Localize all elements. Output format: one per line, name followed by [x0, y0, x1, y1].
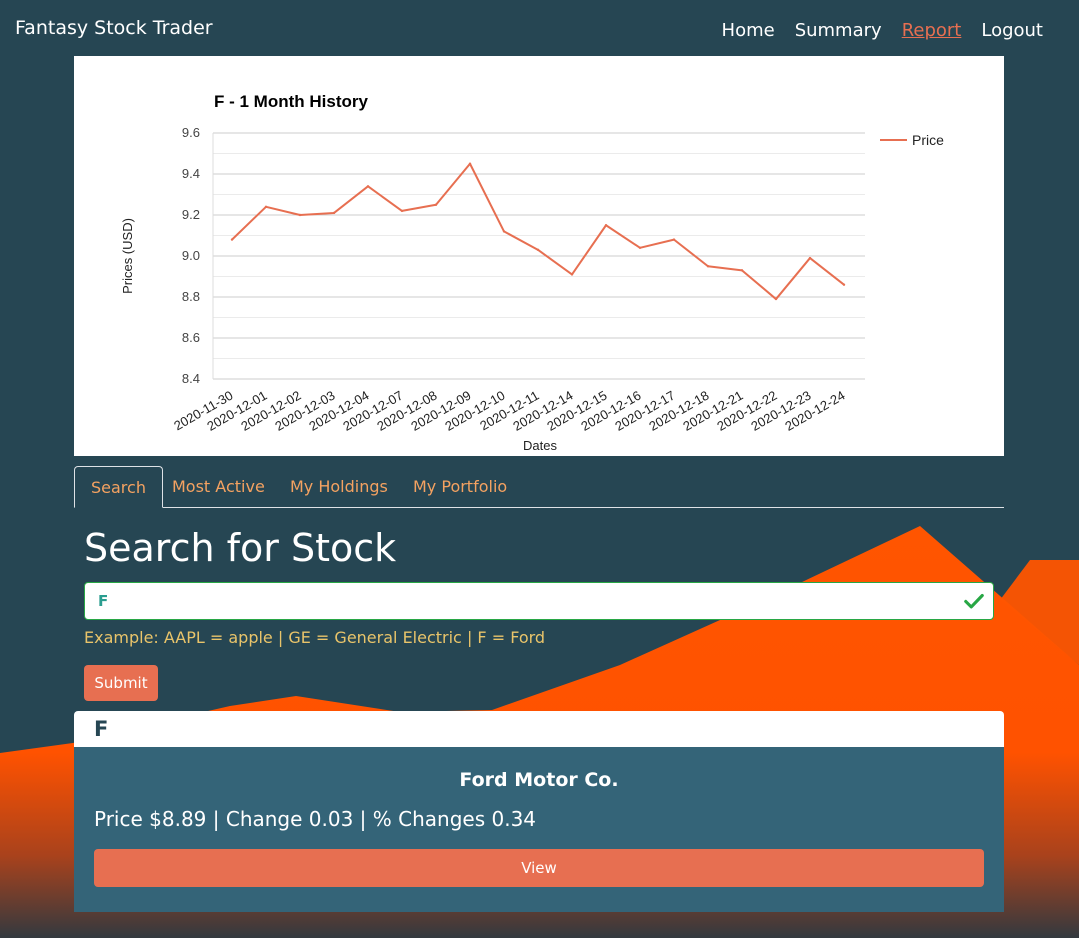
result-card-body: Ford Motor Co. Price $8.89 | Change 0.03…	[74, 747, 1004, 912]
search-input-container	[84, 582, 994, 620]
tab-my-portfolio[interactable]: My Portfolio	[413, 466, 507, 508]
tab-my-holdings[interactable]: My Holdings	[290, 466, 388, 508]
result-symbol: F	[94, 717, 109, 741]
chart-data-point	[502, 230, 506, 233]
top-navbar: Fantasy Stock Trader Home Summary Report…	[0, 0, 1079, 56]
view-button[interactable]: View	[94, 849, 984, 887]
chart-y-tick-label: 9.6	[182, 125, 200, 140]
chart-data-point	[808, 256, 812, 260]
chart-series-line	[231, 162, 845, 301]
chart-data-point	[672, 238, 676, 241]
stock-search-input[interactable]	[85, 583, 955, 619]
chart-y-axis-label: Prices (USD)	[120, 218, 135, 294]
nav-links: Home Summary Report Logout	[722, 20, 1043, 41]
chart-y-tick-label: 9.2	[182, 207, 200, 222]
search-heading: Search for Stock	[84, 526, 397, 570]
nav-link-summary[interactable]: Summary	[795, 20, 882, 41]
chart-data-point	[434, 203, 438, 206]
chart-title: F - 1 Month History	[214, 92, 368, 111]
quote-summary: Price $8.89 | Change 0.03 | % Changes 0.…	[94, 807, 537, 831]
chart-data-point	[638, 246, 642, 249]
company-name: Ford Motor Co.	[459, 769, 619, 791]
nav-link-logout[interactable]: Logout	[981, 20, 1043, 41]
stock-result-card: F Ford Motor Co. Price $8.89 | Change 0.…	[74, 711, 1004, 912]
chart-data-point	[706, 265, 710, 268]
chart-x-axis-label: Dates	[523, 438, 557, 453]
check-icon	[964, 593, 984, 609]
chart-data-point	[230, 238, 234, 241]
chart-data-point	[536, 248, 540, 252]
chart-y-tick-label: 8.4	[182, 371, 200, 386]
chart-y-tick-label: 9.4	[182, 166, 200, 181]
submit-button[interactable]: Submit	[84, 665, 158, 701]
chart-data-point	[264, 205, 268, 208]
chart-data-point	[366, 185, 370, 188]
chart-data-point	[400, 209, 404, 213]
chart-data-point	[298, 213, 302, 217]
search-example-hint: Example: AAPL = apple | GE = General Ele…	[84, 628, 546, 647]
chart-data-point	[332, 211, 336, 215]
chart-y-tick-label: 8.6	[182, 330, 200, 345]
chart-legend-label: Price	[912, 132, 944, 148]
tab-most-active[interactable]: Most Active	[172, 466, 265, 508]
chart-data-point	[570, 273, 574, 276]
chart-data-point	[604, 224, 608, 227]
tab-search[interactable]: Search	[74, 466, 163, 508]
chart-data-point	[774, 297, 778, 301]
nav-link-report[interactable]: Report	[902, 20, 962, 41]
chart-data-point	[468, 162, 472, 165]
nav-link-home[interactable]: Home	[722, 20, 775, 41]
brand-title[interactable]: Fantasy Stock Trader	[15, 17, 213, 39]
chart-y-tick-label: 9.0	[182, 248, 200, 263]
result-card-header: F	[74, 711, 1004, 747]
chart-data-point	[740, 269, 744, 272]
chart-y-tick-label: 8.8	[182, 289, 200, 304]
price-history-chart: 9.69.49.29.08.88.68.42020-11-302020-12-0…	[120, 92, 944, 453]
stock-tabs: Search Most Active My Holdings My Portfo…	[74, 466, 1004, 508]
chart-data-point	[842, 283, 846, 286]
price-history-chart-card: 9.6 9.4 9.2 9.0 8.8 8.6 8.4 2020-11-30 2020-12-0…	[74, 56, 1004, 456]
